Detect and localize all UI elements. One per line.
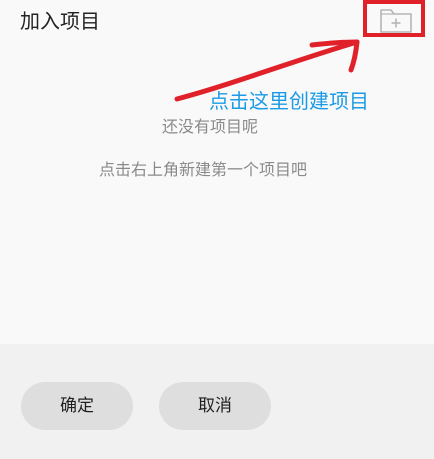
empty-state-hint: 点击右上角新建第一个项目吧 <box>99 160 308 179</box>
new-project-button[interactable] <box>378 6 414 34</box>
annotation-text: 点击这里创建项目 <box>209 89 369 113</box>
empty-state-title: 还没有项目呢 <box>162 117 259 136</box>
dialog-title: 加入项目 <box>20 9 100 33</box>
confirm-button[interactable]: 确定 <box>21 382 133 430</box>
cancel-button[interactable]: 取消 <box>159 382 271 430</box>
folder-plus-icon <box>380 9 412 33</box>
